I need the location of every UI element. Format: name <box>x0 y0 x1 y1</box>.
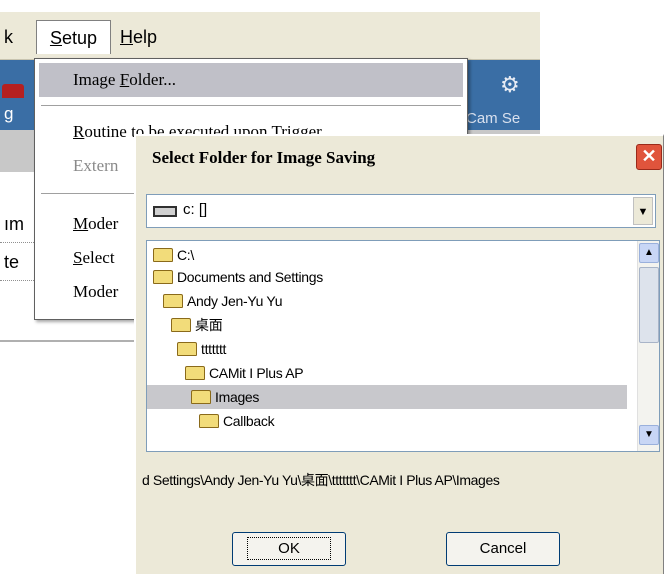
menu-item-text: older... <box>129 70 176 89</box>
folder-item[interactable]: C:\ <box>153 243 194 267</box>
setup-rest: etup <box>61 28 98 48</box>
scroll-down-icon[interactable]: ▼ <box>639 425 659 445</box>
menu-item-mnemonic: R <box>73 122 85 141</box>
vertical-scrollbar[interactable]: ▲ ▼ <box>637 241 659 451</box>
folder-label: Callback <box>223 413 275 429</box>
menu-separator <box>41 105 461 107</box>
camera-settings-label: Cam Se <box>466 110 521 127</box>
folder-label: Images <box>215 389 260 405</box>
folder-open-icon <box>171 318 191 332</box>
menu-item-text: Extern <box>73 156 119 175</box>
folder-label: Documents and Settings <box>177 269 323 285</box>
folder-item[interactable]: Andy Jen-Yu Yu <box>163 289 282 313</box>
folder-item-selected[interactable]: Images <box>147 385 627 409</box>
help-mnemonic: H <box>120 27 133 47</box>
menu-item-text: Image <box>73 70 120 89</box>
folder-item[interactable]: Callback <box>199 409 275 433</box>
folder-label: Andy Jen-Yu Yu <box>187 293 283 309</box>
drive-select[interactable]: c: [] ▼ <box>146 194 656 228</box>
divider <box>0 340 150 342</box>
scroll-thumb[interactable] <box>639 267 659 343</box>
folder-open-icon <box>163 294 183 308</box>
folder-label: 桌面 <box>195 317 223 333</box>
menu-item-mnemonic: F <box>119 70 130 89</box>
ok-label: OK <box>247 537 331 560</box>
toolbar-left-label: g <box>4 104 14 123</box>
menu-help[interactable]: Help <box>112 20 165 54</box>
menu-item-text: Moder <box>73 282 119 301</box>
scroll-up-icon[interactable]: ▲ <box>639 243 659 263</box>
help-rest: elp <box>133 27 158 47</box>
folder-label: ttttttt <box>201 341 227 357</box>
folder-closed-icon <box>199 414 219 428</box>
folder-item[interactable]: Documents and Settings <box>153 265 323 289</box>
menu-item-mnemonic: M <box>73 214 89 233</box>
cancel-button[interactable]: Cancel <box>446 532 560 566</box>
menu-item-text: oder <box>88 214 119 233</box>
phone-icon[interactable] <box>2 84 24 98</box>
menu-item-image-folder[interactable]: Image Folder... <box>39 63 463 97</box>
menu-bar: k Setup Help <box>0 12 540 60</box>
folder-open-icon <box>153 248 173 262</box>
folder-label: C:\ <box>177 247 194 263</box>
menu-item-partial[interactable]: k <box>0 20 17 54</box>
chevron-down-icon[interactable]: ▼ <box>633 197 653 225</box>
camera-settings-icon[interactable]: ⚙ <box>500 72 520 98</box>
select-folder-dialog: Select Folder for Image Saving ✕ c: [] ▼… <box>134 134 664 574</box>
folder-item[interactable]: CAMit I Plus AP <box>185 361 304 385</box>
dialog-title: Select Folder for Image Saving <box>152 148 376 167</box>
drive-select-value: c: [] <box>183 201 208 218</box>
ok-button[interactable]: OK <box>232 532 346 566</box>
folder-item[interactable]: 桌面 <box>171 313 223 337</box>
folder-label: CAMit I Plus AP <box>209 365 304 381</box>
close-button[interactable]: ✕ <box>636 144 662 170</box>
folder-open-icon <box>185 366 205 380</box>
folder-open-icon <box>177 342 197 356</box>
menu-setup[interactable]: Setup <box>36 20 111 54</box>
selected-path: d Settings\Andy Jen-Yu Yu\桌面\ttttttt\CAM… <box>142 472 500 488</box>
folder-open-icon <box>153 270 173 284</box>
folder-tree[interactable]: C:\ Documents and Settings Andy Jen-Yu Y… <box>146 240 660 452</box>
folder-open-icon <box>191 390 211 404</box>
setup-mnemonic: S <box>49 28 62 48</box>
drive-icon <box>153 206 177 217</box>
menu-item-text: elect <box>82 248 115 267</box>
folder-item[interactable]: ttttttt <box>177 337 226 361</box>
